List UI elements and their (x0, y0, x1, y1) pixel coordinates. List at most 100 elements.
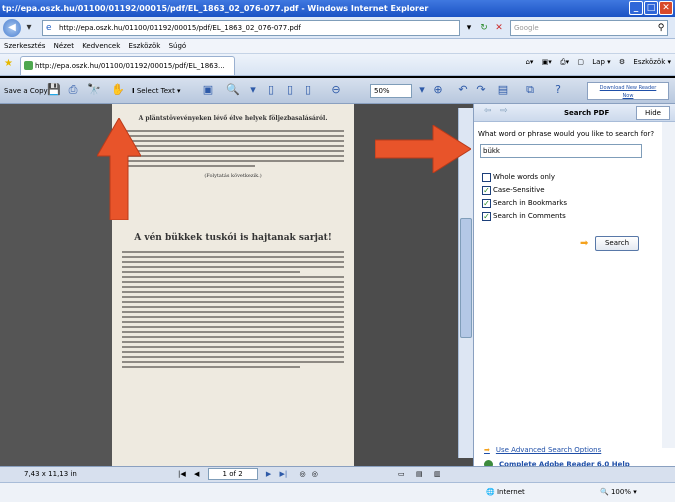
prev-view-icon[interactable]: ◎ (299, 470, 305, 478)
article-heading-2: A vén bükkek tuskói is hajtanak sarjat! (134, 233, 332, 243)
tab-favicon-icon (24, 61, 33, 70)
help-icon[interactable]: ? (550, 82, 566, 98)
search-input[interactable]: Google (510, 20, 668, 36)
panel-scrollbar[interactable] (662, 122, 675, 448)
checkbox-case-sensitive[interactable]: ✓ (482, 185, 491, 195)
command-bar: ⌂▾ ▣▾ ⎙▾ ▢ Lap ▾ ⚙ Eszközök ▾ (519, 58, 671, 67)
checkbox-whole-words[interactable] (482, 172, 491, 182)
first-page-icon[interactable]: |◀ (178, 470, 186, 478)
zoom-dropdown-icon[interactable]: ▾ (245, 82, 261, 98)
search-arrow-icon: ➡ (580, 238, 589, 249)
menu-item-help[interactable]: Súgó (169, 42, 187, 50)
checkbox-search-bookmarks[interactable]: ✓ (482, 198, 491, 208)
binoculars-icon[interactable]: 🔭 (86, 82, 102, 98)
menu-bar: Szerkesztés Nézet Kedvencek Eszközök Súg… (0, 39, 675, 54)
back-button[interactable]: ◀ (3, 19, 21, 37)
menu-item-tools[interactable]: Eszközök (129, 42, 161, 50)
security-zone: 🌐 Internet (486, 488, 525, 496)
search-button[interactable]: Search (595, 236, 639, 251)
page-number-field[interactable]: 1 of 2 (207, 468, 258, 480)
panel-back-icon[interactable]: ⇦ (484, 106, 492, 116)
address-bar: ◀ ▾ e http://epa.oszk.hu/01100/01192/000… (0, 17, 675, 39)
ie-page-icon: e (46, 23, 52, 33)
save-icon[interactable]: 💾 (46, 82, 62, 98)
article-heading-1: A pläntstövevényeken lévő élve helyek fö… (138, 115, 328, 122)
panel-forward-icon[interactable]: ⇨ (500, 106, 508, 116)
checkbox-search-comments[interactable]: ✓ (482, 211, 491, 221)
page-size: 7,43 x 11,13 in (24, 470, 77, 478)
favorites-star-icon[interactable]: ★ (4, 58, 13, 69)
page-menu[interactable]: ▢ Lap ▾ (577, 58, 610, 66)
tab-current[interactable]: http://epa.oszk.hu/01100/01192/00015/pdf… (20, 56, 235, 75)
layout-facing-icon[interactable]: ▥ (434, 467, 441, 482)
next-view-icon[interactable]: ◎ (312, 470, 318, 478)
print-icon[interactable]: ⎙▾ (560, 58, 569, 66)
url-input[interactable]: e http://epa.oszk.hu/01100/01192/00015/p… (42, 20, 460, 36)
document-scroll-thumb[interactable] (460, 218, 472, 338)
zoom-in-icon[interactable]: 🔍 (225, 82, 241, 98)
page-navigation: |◀ ◀ 1 of 2 ▶ ▶| ◎ ◎ (178, 467, 318, 482)
option-case-sensitive[interactable]: ✓ Case-Sensitive (482, 185, 545, 195)
feeds-icon[interactable]: ▣▾ (542, 58, 552, 66)
menu-item-view[interactable]: Nézet (54, 42, 74, 50)
refresh-icon[interactable]: ↻ (477, 20, 491, 36)
url-dropdown-icon[interactable]: ▾ (462, 20, 476, 36)
search-panel-header: ⇦ ⇨ Search PDF Hide (474, 104, 675, 122)
fit-width-icon[interactable]: ▯ (300, 82, 316, 98)
layout-single-icon[interactable]: ▭ (398, 467, 405, 482)
save-copy-button[interactable]: Save a Copy (4, 82, 48, 100)
window-controls: _ □ ✕ (629, 1, 673, 15)
tab-label: http://epa.oszk.hu/01100/01192/00015/pdf… (35, 62, 225, 70)
minimize-button[interactable]: _ (629, 1, 643, 15)
window-title-bar: tp://epa.oszk.hu/01100/01192/00015/pdf/E… (0, 0, 675, 17)
last-page-icon[interactable]: ▶| (279, 470, 287, 478)
pages-icon[interactable]: ⧉ (522, 82, 538, 98)
sign-icon[interactable]: ▤ (495, 82, 511, 98)
search-magnifier-icon[interactable]: ⚲ (654, 20, 668, 36)
fit-page-icon[interactable]: ▯ (282, 82, 298, 98)
rotate-icon[interactable]: ↶ (455, 82, 471, 98)
home-icon[interactable]: ⌂▾ (525, 58, 533, 66)
pdf-page[interactable]: A pläntstövevényeken lévő élve helyek fö… (112, 104, 354, 466)
zoom-in-plus-icon[interactable]: ⊕ (430, 82, 446, 98)
zoom-field-dropdown-icon[interactable]: ▾ (414, 82, 430, 98)
search-query-input[interactable]: bükk (480, 144, 642, 158)
snapshot-icon[interactable]: ▣ (200, 82, 216, 98)
tab-bar: ★ http://epa.oszk.hu/01100/01192/00015/p… (0, 54, 675, 76)
select-text-button[interactable]: I Select Text ▾ (132, 82, 181, 100)
download-reader-link[interactable]: Download New Reader Now (587, 82, 669, 100)
menu-item-favorites[interactable]: Kedvencek (82, 42, 120, 50)
search-prompt: What word or phrase would you like to se… (478, 130, 655, 138)
close-button[interactable]: ✕ (659, 1, 673, 15)
option-search-bookmarks[interactable]: ✓ Search in Bookmarks (482, 198, 567, 208)
hand-tool-icon[interactable]: ✋ (110, 82, 126, 98)
search-query-value: bükk (483, 147, 500, 155)
stop-icon[interactable]: ✕ (492, 20, 506, 36)
hide-button[interactable]: Hide (636, 106, 670, 120)
up-arrow-icon (97, 118, 141, 220)
zoom-out-icon[interactable]: ⊖ (328, 82, 344, 98)
zoom-field[interactable]: 50% (370, 84, 412, 98)
advanced-search-link[interactable]: ➡ Use Advanced Search Options (484, 446, 601, 454)
menu-item-edit[interactable]: Szerkesztés (4, 42, 45, 50)
browser-zoom[interactable]: 🔍 100% ▾ (600, 483, 637, 502)
search-pdf-panel: ⇦ ⇨ Search PDF Hide What word or phrase … (473, 104, 675, 469)
print-reader-icon[interactable]: ⎙ (65, 82, 81, 98)
advanced-arrow-icon: ➡ (484, 446, 490, 454)
search-panel-title: Search PDF (564, 109, 610, 117)
layout-continuous-icon[interactable]: ▤ (416, 467, 423, 482)
zoom-value: 50% (374, 87, 390, 95)
maximize-button[interactable]: □ (644, 1, 658, 15)
search-placeholder: Google (514, 24, 539, 32)
reader-status-bar: 7,43 x 11,13 in |◀ ◀ 1 of 2 ▶ ▶| ◎ ◎ ▭ ▤… (0, 466, 675, 482)
next-page-icon[interactable]: ▶ (266, 470, 271, 478)
actual-size-icon[interactable]: ▯ (263, 82, 279, 98)
tools-menu[interactable]: ⚙ Eszközök ▾ (619, 58, 671, 66)
option-search-comments[interactable]: ✓ Search in Comments (482, 211, 566, 221)
rotate-right-icon[interactable]: ↷ (473, 82, 489, 98)
url-text: http://epa.oszk.hu/01100/01192/00015/pdf… (59, 24, 301, 32)
prev-page-icon[interactable]: ◀ (194, 470, 199, 478)
option-whole-words[interactable]: Whole words only (482, 172, 555, 182)
nav-dropdown-icon[interactable]: ▾ (22, 19, 36, 37)
window-title: tp://epa.oszk.hu/01100/01192/00015/pdf/E… (2, 4, 429, 13)
